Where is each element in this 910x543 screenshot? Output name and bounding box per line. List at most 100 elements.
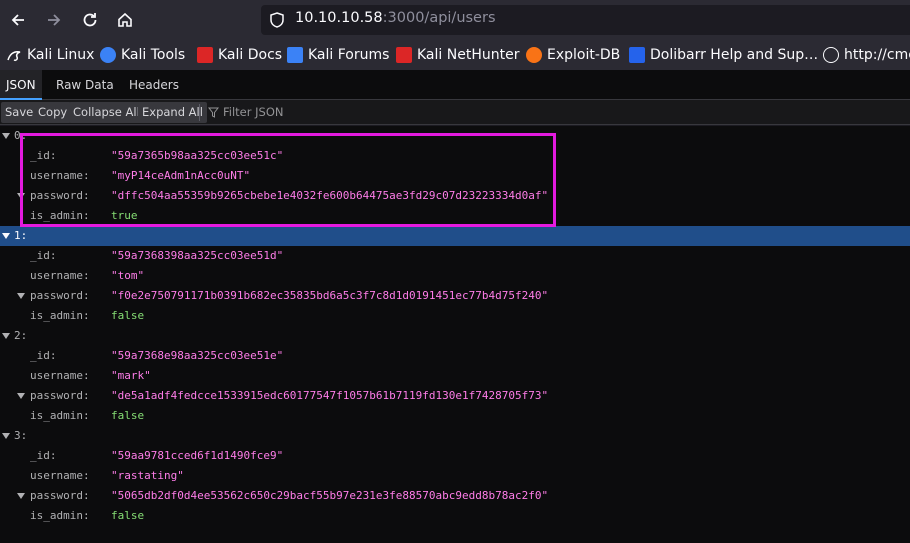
tree-value: "rastating" bbox=[111, 469, 184, 482]
arrow-right-icon bbox=[48, 14, 61, 26]
tree-row-password[interactable]: password: "5065db2df0d4ee53562c650c29bac… bbox=[0, 486, 910, 506]
expand-toggle-icon[interactable] bbox=[17, 493, 25, 499]
highlight-box bbox=[20, 133, 556, 227]
tree-row-username[interactable]: username: "mark" bbox=[0, 366, 910, 386]
bookmark-label: Exploit-DB bbox=[547, 47, 621, 63]
reload-button[interactable] bbox=[76, 6, 104, 34]
expand-toggle-icon[interactable] bbox=[17, 293, 25, 299]
bookmark-kali-docs[interactable]: Kali Docs bbox=[197, 46, 282, 64]
nethunter-icon bbox=[396, 47, 412, 63]
tree-key: _id: bbox=[30, 249, 57, 262]
tree-value: "59aa9781cced6f1d1490fce9" bbox=[111, 449, 284, 462]
tab-json[interactable]: JSON bbox=[0, 70, 42, 100]
expand-toggle-icon[interactable] bbox=[2, 133, 10, 139]
expand-toggle-icon[interactable] bbox=[2, 233, 10, 239]
bookmark-dolibarr[interactable]: Dolibarr Help and Sup… bbox=[629, 46, 818, 64]
tree-value: "5065db2df0d4ee53562c650c29bacf55b97e231… bbox=[111, 489, 549, 502]
tree-row-is-admin[interactable]: is_admin: false bbox=[0, 306, 910, 326]
viewer-tabs: JSON Raw Data Headers bbox=[0, 70, 910, 100]
expand-all-button[interactable]: Expand All bbox=[138, 102, 207, 123]
tree-row-password[interactable]: password: "de5a1adf4fedcce1533915edc6017… bbox=[0, 386, 910, 406]
tree-value: "f0e2e750791171b0391b682ec35835bd6a5c3f7… bbox=[111, 289, 549, 302]
tab-raw-data[interactable]: Raw Data bbox=[50, 70, 120, 100]
toolbar-divider bbox=[199, 104, 200, 121]
expand-toggle-icon[interactable] bbox=[2, 433, 10, 439]
tree-key: _id: bbox=[30, 449, 57, 462]
tree-key: username: bbox=[30, 469, 90, 482]
expand-toggle-icon[interactable] bbox=[2, 333, 10, 339]
tree-key: username: bbox=[30, 369, 90, 382]
tree-row-user-3[interactable]: 3: bbox=[0, 426, 910, 446]
bookmark-cme[interactable]: http://cme bbox=[823, 46, 910, 64]
filter-placeholder: Filter JSON bbox=[223, 105, 284, 119]
tree-key: password: bbox=[30, 289, 90, 302]
tree-key: password: bbox=[30, 389, 90, 402]
tree-row-username[interactable]: username: "tom" bbox=[0, 266, 910, 286]
tree-row-username[interactable]: username: "rastating" bbox=[0, 466, 910, 486]
tree-key: is_admin: bbox=[30, 309, 90, 322]
tab-headers[interactable]: Headers bbox=[123, 70, 185, 100]
bookmark-label: Kali Linux bbox=[27, 47, 95, 63]
exploit-db-icon bbox=[526, 47, 542, 63]
tree-row-is-admin[interactable]: is_admin: false bbox=[0, 506, 910, 526]
tree-value: "59a7368398aa325cc03ee51d" bbox=[111, 249, 284, 262]
bookmark-label: Kali NetHunter bbox=[417, 47, 520, 63]
tree-key: username: bbox=[30, 269, 90, 282]
bookmark-label: Dolibarr Help and Sup… bbox=[650, 47, 819, 63]
kali-dragon-icon bbox=[6, 47, 22, 63]
tree-index: 1: bbox=[14, 229, 28, 242]
tree-index: 2: bbox=[14, 329, 28, 342]
forward-button[interactable] bbox=[40, 6, 68, 34]
url-path: :3000/api/users bbox=[382, 10, 496, 26]
bookmarks-bar: Kali Linux Kali Tools Kali Docs Kali For… bbox=[0, 40, 910, 70]
url-text[interactable]: 10.10.10.58:3000/api/users bbox=[295, 10, 496, 26]
tree-value: "mark" bbox=[111, 369, 151, 382]
tree-value: "de5a1adf4fedcce1533915edc60177547f1057b… bbox=[111, 389, 549, 402]
globe-icon bbox=[823, 47, 839, 63]
bookmark-label: Kali Tools bbox=[121, 47, 186, 63]
tree-row-id[interactable]: _id: "59aa9781cced6f1d1490fce9" bbox=[0, 446, 910, 466]
reload-icon bbox=[83, 13, 97, 27]
bookmark-kali-forums[interactable]: Kali Forums bbox=[287, 46, 389, 64]
bookmark-kali-nethunter[interactable]: Kali NetHunter bbox=[396, 46, 519, 64]
home-button[interactable] bbox=[111, 6, 139, 34]
tree-row-id[interactable]: _id: "59a7368e98aa325cc03ee51e" bbox=[0, 346, 910, 366]
tree-row-user-1[interactable]: 1: bbox=[0, 226, 910, 246]
tree-key: is_admin: bbox=[30, 409, 90, 422]
filter-json-input[interactable]: Filter JSON bbox=[208, 105, 283, 119]
collapse-all-button[interactable]: Collapse All bbox=[69, 102, 144, 123]
tree-value: false bbox=[111, 409, 145, 422]
tree-value: "59a7368e98aa325cc03ee51e" bbox=[111, 349, 284, 362]
navigation-bar: 10.10.10.58:3000/api/users bbox=[0, 0, 910, 40]
tree-row-is-admin[interactable]: is_admin: false bbox=[0, 406, 910, 426]
expand-toggle-icon[interactable] bbox=[17, 393, 25, 399]
tree-value: false bbox=[111, 309, 145, 322]
tree-row-password[interactable]: password: "f0e2e750791171b0391b682ec3583… bbox=[0, 286, 910, 306]
back-button[interactable] bbox=[4, 6, 32, 34]
tree-index: 3: bbox=[14, 429, 28, 442]
viewer-toolbar: Save Copy Collapse All Expand All Filter… bbox=[0, 100, 910, 125]
dolibarr-icon bbox=[629, 47, 645, 63]
tree-key: is_admin: bbox=[30, 509, 90, 522]
tree-key: password: bbox=[30, 489, 90, 502]
url-host: 10.10.10.58 bbox=[295, 10, 383, 26]
bookmark-label: http://cme bbox=[844, 47, 910, 63]
bookmark-label: Kali Forums bbox=[308, 47, 390, 63]
kali-tools-icon bbox=[100, 47, 116, 63]
tree-value: false bbox=[111, 509, 145, 522]
shield-icon[interactable] bbox=[268, 11, 286, 29]
home-icon bbox=[118, 12, 132, 27]
tree-row-id[interactable]: _id: "59a7368398aa325cc03ee51d" bbox=[0, 246, 910, 266]
tree-key: _id: bbox=[30, 349, 57, 362]
kali-docs-icon bbox=[197, 47, 213, 63]
kali-forums-icon bbox=[287, 47, 303, 63]
tree-value: "tom" bbox=[111, 269, 145, 282]
copy-button[interactable]: Copy bbox=[34, 102, 72, 123]
tree-row-user-2[interactable]: 2: bbox=[0, 326, 910, 346]
arrow-left-icon bbox=[11, 14, 24, 26]
save-button[interactable]: Save bbox=[1, 102, 38, 123]
bookmark-kali-linux[interactable]: Kali Linux bbox=[6, 46, 94, 64]
filter-icon bbox=[208, 107, 219, 118]
bookmark-kali-tools[interactable]: Kali Tools bbox=[100, 46, 185, 64]
bookmark-exploit-db[interactable]: Exploit-DB bbox=[526, 46, 620, 64]
